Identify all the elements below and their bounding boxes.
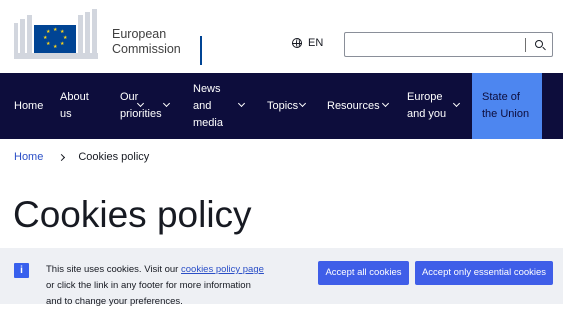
cookies-policy-link[interactable]: cookies policy page <box>181 264 264 275</box>
nav-item-state-of-the-union[interactable]: State of the Union <box>472 73 542 139</box>
breadcrumb-current: Cookies policy <box>78 151 150 163</box>
info-icon: i <box>14 263 29 278</box>
logo-mark: ★ ★ ★ ★ ★ ★ ★ ★ <box>14 9 106 59</box>
nav-item-topics[interactable]: Topics <box>253 73 315 139</box>
logo-text: European Commission <box>112 27 181 57</box>
nav-item-home[interactable]: Home <box>0 73 46 139</box>
chevron-down-icon <box>237 99 246 108</box>
nav-item-label: State of <box>482 91 520 103</box>
accept-all-cookies-button[interactable]: Accept all cookies <box>318 261 409 285</box>
breadcrumb-home-link[interactable]: Home <box>14 151 43 163</box>
nav-item-label: the Union <box>482 108 530 120</box>
nav-item-about-us[interactable]: About us <box>46 73 145 139</box>
search-box <box>344 32 553 57</box>
page-title: Cookies policy <box>13 194 252 235</box>
cookie-consent-banner: i This site uses cookies. Visit our cook… <box>0 248 563 307</box>
logo-bar <box>85 12 90 59</box>
cookie-text-line-3: and to change your preferences. <box>46 296 183 307</box>
logo-line-1: European <box>112 27 167 41</box>
main-navigation: Home About us Our priorities News and me… <box>0 73 563 139</box>
nav-item-label: Our <box>120 91 139 103</box>
nav-item-europe-and-you[interactable]: Europe and you <box>396 73 472 139</box>
language-selector[interactable]: EN <box>292 37 323 49</box>
breadcrumb: Home Cookies policy <box>14 151 149 163</box>
cookie-text-intro: This site uses cookies. Visit our <box>46 264 181 275</box>
chevron-down-icon <box>452 99 461 108</box>
logo-line-2: Commission <box>112 42 181 56</box>
logo-divider <box>200 36 202 65</box>
nav-item-label: priorities <box>120 108 162 120</box>
search-divider <box>525 38 526 52</box>
nav-item-label: Europe <box>407 91 443 103</box>
cookie-text-line-1: This site uses cookies. Visit our cookie… <box>46 262 296 278</box>
nav-item-label: media <box>193 116 223 129</box>
accept-essential-cookies-button[interactable]: Accept only essential cookies <box>415 261 553 285</box>
chevron-down-icon <box>298 99 307 108</box>
chevron-down-icon <box>381 99 390 108</box>
nav-item-news-and-media[interactable]: News and media <box>179 73 253 139</box>
globe-icon <box>292 38 302 48</box>
search-icon[interactable] <box>535 40 543 48</box>
cookie-text-line-2: or click the link in any footer for more… <box>46 280 251 291</box>
language-code: EN <box>308 37 324 49</box>
site-header: ★ ★ ★ ★ ★ ★ ★ ★ European Commission EN <box>0 0 563 73</box>
nav-item-label: Resources <box>327 99 380 112</box>
nav-item-label: us <box>60 108 72 120</box>
nav-item-label: Topics <box>267 99 299 112</box>
european-commission-logo[interactable]: ★ ★ ★ ★ ★ ★ ★ ★ European Commission <box>14 9 202 65</box>
nav-item-label: News <box>193 82 221 95</box>
nav-item-our-priorities[interactable]: Our priorities <box>106 73 179 139</box>
logo-bar <box>92 9 97 59</box>
nav-item-label: and you <box>407 108 447 120</box>
eu-flag-icon: ★ ★ ★ ★ ★ ★ ★ ★ <box>34 25 76 53</box>
search-input[interactable] <box>351 37 521 52</box>
logo-base <box>14 53 98 59</box>
chevron-right-icon <box>58 153 66 161</box>
nav-item-label: and <box>193 99 212 112</box>
nav-item-label: Home <box>14 99 44 112</box>
nav-item-resources[interactable]: Resources <box>315 73 396 139</box>
nav-item-label: About <box>60 91 89 103</box>
chevron-down-icon <box>162 99 171 108</box>
cookie-banner-text: This site uses cookies. Visit our cookie… <box>46 262 296 310</box>
